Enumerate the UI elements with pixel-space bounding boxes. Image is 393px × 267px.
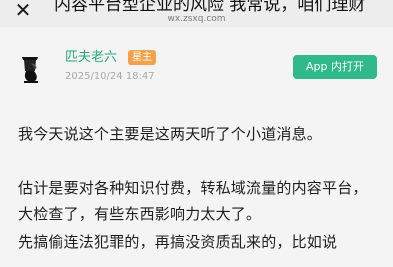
open-in-app-button[interactable]: App 内打开 [293, 55, 377, 79]
post-date: 2025/10/24 18:47 [65, 71, 155, 82]
author-name[interactable]: 匹夫老六 [65, 50, 117, 66]
post-content: 匹夫老六 星主 2025/10/24 18:47 App 内打开 我今天说这个主… [0, 27, 393, 267]
avatar[interactable] [14, 51, 48, 85]
top-bar: ✕ 内容平台型企业的风险 我常说，咱们理财 wx.zsxq.com [0, 0, 393, 27]
page-url: wx.zsxq.com [167, 14, 226, 24]
post-paragraph: 我今天说这个主要是这两天听了个小道消息。 [18, 125, 323, 143]
post-paragraph: 先搞偷连法犯罪的，再搞没资质乱来的，比如说 [18, 233, 338, 251]
status-badge: 星主 [128, 50, 156, 65]
post-paragraph: 估计是要对各种知识付费，转私域流量的内容平台，大检查了，有些东西影响力太大了。 [18, 179, 368, 223]
